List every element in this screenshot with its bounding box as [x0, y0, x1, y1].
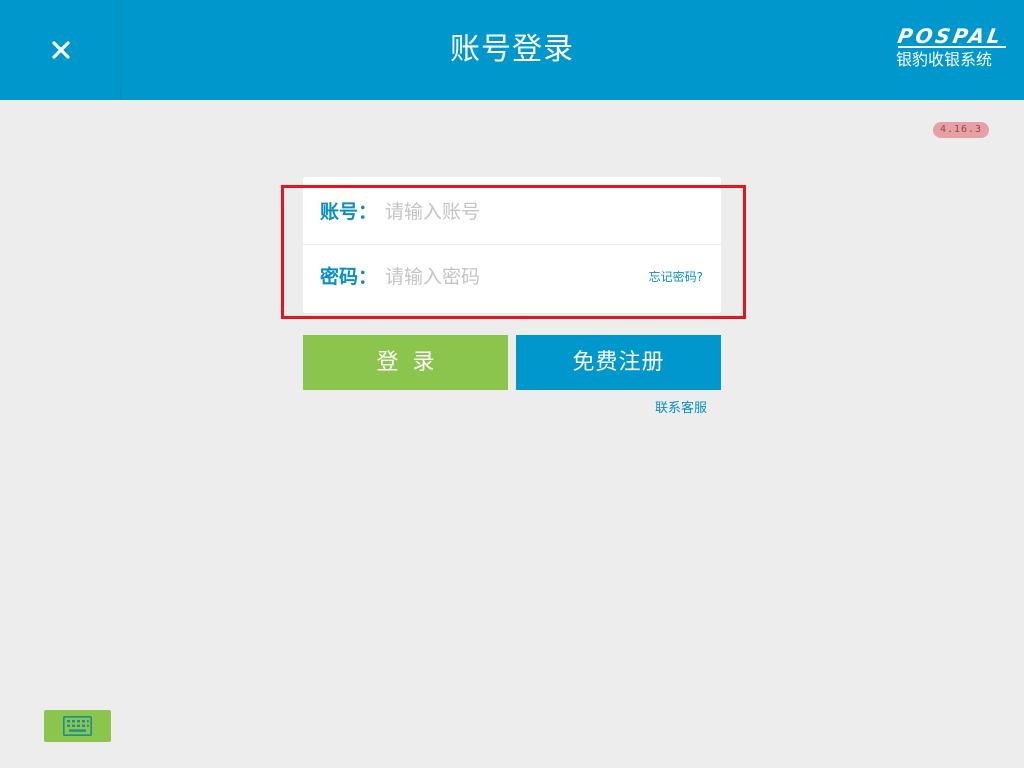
header-bar: 账号登录 POSPAL 银豹收银系统: [0, 0, 1024, 100]
keyboard-toggle-button[interactable]: [44, 710, 111, 742]
account-row: 账号：: [303, 177, 721, 245]
logo-underline: [898, 46, 1006, 48]
brand-logo: POSPAL 银豹收银系统: [896, 24, 1012, 74]
account-input[interactable]: [385, 197, 635, 227]
keyboard-icon: [63, 716, 92, 736]
logo-subtitle: 银豹收银系统: [896, 50, 993, 69]
login-form: 账号： 密码： 忘记密码?: [303, 177, 721, 313]
password-label: 密码：: [320, 266, 378, 288]
contact-support-link[interactable]: 联系客服: [655, 400, 707, 418]
password-row: 密码： 忘记密码?: [303, 245, 721, 313]
register-button[interactable]: 免费注册: [516, 335, 721, 390]
login-button[interactable]: 登录: [303, 335, 508, 390]
forgot-password-link[interactable]: 忘记密码?: [649, 269, 703, 285]
logo-wordmark: POSPAL: [895, 24, 1006, 48]
page-title: 账号登录: [450, 32, 574, 67]
account-label: 账号：: [320, 201, 378, 223]
password-input[interactable]: [385, 262, 635, 292]
version-badge: 4.16.3: [933, 122, 989, 138]
